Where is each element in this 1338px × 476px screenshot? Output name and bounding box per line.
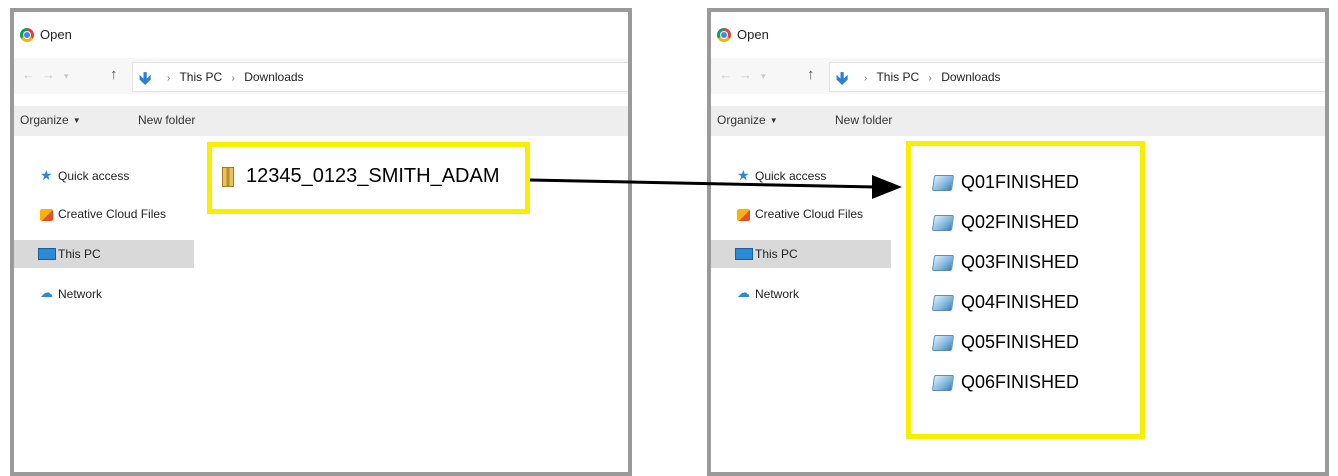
nav-item-label: This PC	[58, 247, 101, 261]
open-dialog-left: Open ← → ▾ ↑ 🡻 › This PC › Downloads Org…	[10, 8, 632, 476]
chrome-icon	[20, 28, 34, 42]
file-name: Q01FINISHED	[961, 172, 1080, 192]
back-arrow-icon[interactable]: ←	[719, 67, 732, 82]
breadcrumb-this-pc[interactable]: This PC	[876, 70, 919, 84]
highlight-box-zip: 12345_0123_SMITH_ADAM	[207, 142, 530, 214]
downloads-arrow-icon: 🡻	[836, 69, 849, 88]
file-icon	[931, 375, 955, 391]
recent-locations-chevron-icon[interactable]: ▾	[761, 71, 766, 82]
dialog-title: Open	[40, 27, 72, 42]
nav-item-this-pc[interactable]: This PC	[711, 240, 891, 268]
file-name: Q04FINISHED	[961, 292, 1080, 312]
forward-arrow-icon[interactable]: →	[739, 67, 752, 82]
nav-item-creative-cloud[interactable]: Creative Cloud Files	[711, 200, 891, 228]
breadcrumb[interactable]: 🡻 › This PC › Downloads	[829, 62, 1325, 92]
file-name: Q03FINISHED	[961, 252, 1080, 272]
address-bar: ← → ▾ ↑ 🡻 › This PC › Downloads	[14, 58, 628, 94]
breadcrumb-separator-icon: ›	[864, 73, 868, 84]
new-folder-button[interactable]: New folder	[138, 113, 195, 127]
breadcrumb-separator-icon: ›	[231, 73, 235, 84]
nav-item-creative-cloud[interactable]: Creative Cloud Files	[14, 200, 194, 228]
new-folder-button[interactable]: New folder	[835, 113, 892, 127]
up-arrow-icon[interactable]: ↑	[807, 66, 815, 83]
chevron-down-icon: ▼	[72, 116, 81, 125]
address-bar: ← → ▾ ↑ 🡻 › This PC › Downloads	[711, 58, 1325, 94]
zip-folder-icon	[222, 167, 234, 187]
file-icon	[931, 215, 955, 231]
nav-item-label: Creative Cloud Files	[755, 207, 864, 221]
creative-cloud-icon	[737, 209, 750, 221]
nav-item-quick-access[interactable]: ★ Quick access	[711, 162, 891, 190]
back-arrow-icon[interactable]: ←	[22, 67, 35, 82]
file-name: Q02FINISHED	[961, 212, 1080, 232]
organize-button[interactable]: Organize ▼	[20, 113, 81, 127]
nav-item-label: Network	[58, 287, 103, 301]
organize-label: Organize	[20, 113, 69, 127]
title-bar: Open	[14, 12, 628, 56]
network-icon: ☁	[737, 285, 750, 300]
creative-cloud-icon	[40, 209, 53, 221]
nav-item-label: Network	[755, 287, 800, 301]
file-icon	[931, 335, 955, 351]
file-name: Q06FINISHED	[961, 372, 1080, 392]
nav-item-label: Quick access	[58, 169, 130, 183]
nav-item-network[interactable]: ☁ Network	[14, 280, 194, 308]
chrome-icon	[717, 28, 731, 42]
organize-button[interactable]: Organize ▼	[717, 113, 778, 127]
chevron-down-icon: ▼	[769, 116, 778, 125]
this-pc-icon	[735, 248, 753, 260]
file-name: Q05FINISHED	[961, 332, 1080, 352]
breadcrumb-downloads[interactable]: Downloads	[244, 70, 303, 84]
breadcrumb-separator-icon: ›	[167, 73, 171, 84]
command-bar: Organize ▼ New folder	[14, 106, 628, 136]
downloads-arrow-icon: 🡻	[139, 69, 152, 88]
dialog-title: Open	[737, 27, 769, 42]
file-icon	[931, 255, 955, 271]
title-bar: Open	[711, 12, 1325, 56]
file-icon	[931, 175, 955, 191]
forward-arrow-icon[interactable]: →	[42, 67, 55, 82]
recent-locations-chevron-icon[interactable]: ▾	[64, 71, 69, 82]
file-name: 12345_0123_SMITH_ADAM	[246, 165, 500, 187]
organize-label: Organize	[717, 113, 766, 127]
file-icon	[931, 295, 955, 311]
star-icon: ★	[737, 167, 750, 183]
nav-item-this-pc[interactable]: This PC	[14, 240, 194, 268]
nav-item-label: This PC	[755, 247, 798, 261]
breadcrumb-separator-icon: ›	[928, 73, 932, 84]
up-arrow-icon[interactable]: ↑	[110, 66, 118, 83]
this-pc-icon	[38, 248, 56, 260]
nav-item-network[interactable]: ☁ Network	[711, 280, 891, 308]
breadcrumb[interactable]: 🡻 › This PC › Downloads	[132, 62, 628, 92]
star-icon: ★	[40, 167, 53, 183]
highlight-box-files: Q01FINISHED Q02FINISHED Q03FINISHED Q04F…	[906, 141, 1145, 439]
nav-item-quick-access[interactable]: ★ Quick access	[14, 162, 194, 190]
nav-item-label: Quick access	[755, 169, 827, 183]
breadcrumb-downloads[interactable]: Downloads	[941, 70, 1000, 84]
network-icon: ☁	[40, 285, 53, 300]
breadcrumb-this-pc[interactable]: This PC	[179, 70, 222, 84]
command-bar: Organize ▼ New folder	[711, 106, 1325, 136]
nav-item-label: Creative Cloud Files	[58, 207, 167, 221]
